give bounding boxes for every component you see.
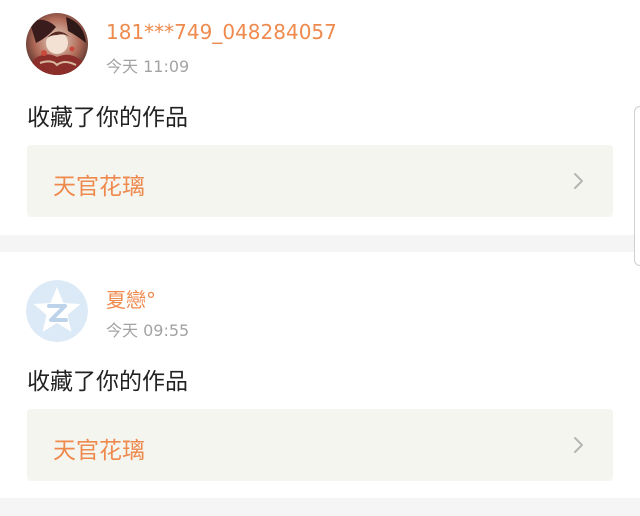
work-link[interactable]: 天官花璃 [27, 409, 613, 481]
work-title: 天官花璃 [53, 174, 145, 200]
chevron-right-icon [574, 437, 583, 453]
chevron-right-icon [574, 173, 583, 189]
timestamp: 今天 11:09 [106, 57, 190, 76]
notification-card: 夏戀° 今天 09:55 收藏了你的作品 天官花璃 [0, 252, 640, 498]
anime-portrait-icon [26, 13, 88, 75]
work-title: 天官花璃 [53, 438, 145, 464]
timestamp: 今天 09:55 [106, 321, 190, 340]
default-avatar-icon [26, 280, 88, 342]
action-text: 收藏了你的作品 [27, 105, 188, 131]
notification-card: 181***749_048284057 今天 11:09 收藏了你的作品 天官花… [0, 0, 640, 235]
user-avatar[interactable] [26, 13, 88, 75]
divider [0, 498, 640, 516]
user-avatar[interactable] [26, 280, 88, 342]
username[interactable]: 181***749_048284057 [106, 20, 337, 44]
divider [0, 235, 640, 252]
edge-handle[interactable] [634, 106, 640, 266]
work-link[interactable]: 天官花璃 [27, 145, 613, 217]
username[interactable]: 夏戀° [106, 284, 156, 313]
action-text: 收藏了你的作品 [27, 369, 188, 395]
